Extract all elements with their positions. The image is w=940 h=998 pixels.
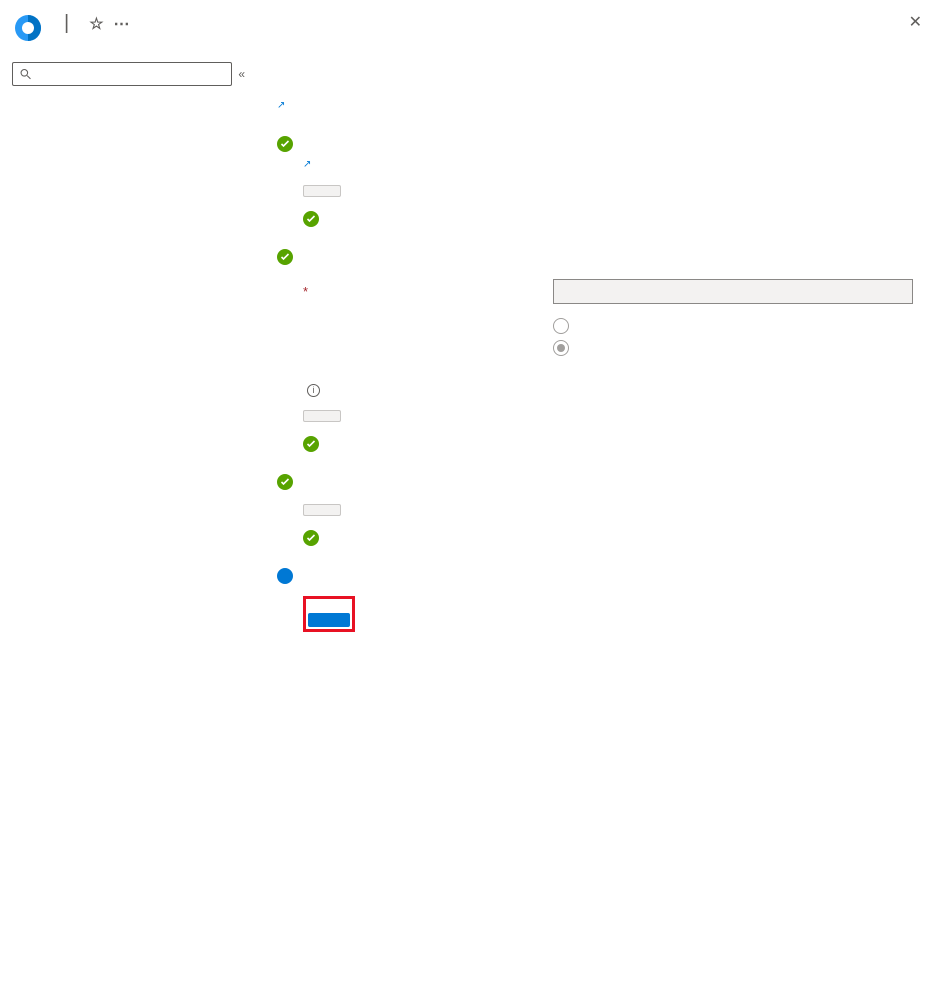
step-validate <box>277 136 918 227</box>
tier-standard-radio <box>553 318 577 334</box>
info-icon[interactable]: i <box>307 384 320 397</box>
check-icon <box>303 530 319 546</box>
name-input <box>553 279 913 304</box>
step-grant <box>277 568 918 632</box>
main-content: * <box>255 54 940 994</box>
more-menu-icon[interactable]: ⋯ <box>114 14 131 34</box>
tier-premium-radio <box>553 340 577 356</box>
close-button[interactable]: ✕ <box>909 12 922 32</box>
frontdoor-icon <box>12 12 44 44</box>
favorite-star-icon[interactable]: ☆ <box>89 14 103 34</box>
enable-button <box>303 504 341 516</box>
page-header: | ☆ ⋯ ✕ <box>0 0 940 54</box>
tier-label <box>303 318 553 322</box>
check-icon <box>277 136 293 152</box>
search-icon <box>19 67 32 81</box>
check-icon <box>303 436 319 452</box>
step1-learn-more[interactable] <box>303 155 311 170</box>
sidebar-search[interactable] <box>12 62 232 86</box>
learn-more-link[interactable] <box>277 96 285 111</box>
intro-text <box>277 76 918 114</box>
search-input[interactable] <box>32 67 225 82</box>
validate-button <box>303 185 341 197</box>
check-icon <box>277 474 293 490</box>
check-icon <box>277 249 293 265</box>
check-icon <box>303 211 319 227</box>
step-enable-identity <box>277 474 918 546</box>
highlight-callout <box>303 596 355 632</box>
step-prepare: * <box>277 249 918 453</box>
sidebar: « <box>0 54 255 994</box>
collapse-sidebar-icon[interactable]: « <box>238 67 245 81</box>
prepare-button <box>303 410 341 422</box>
step-number-badge <box>277 568 293 584</box>
grant-button[interactable] <box>308 613 350 627</box>
